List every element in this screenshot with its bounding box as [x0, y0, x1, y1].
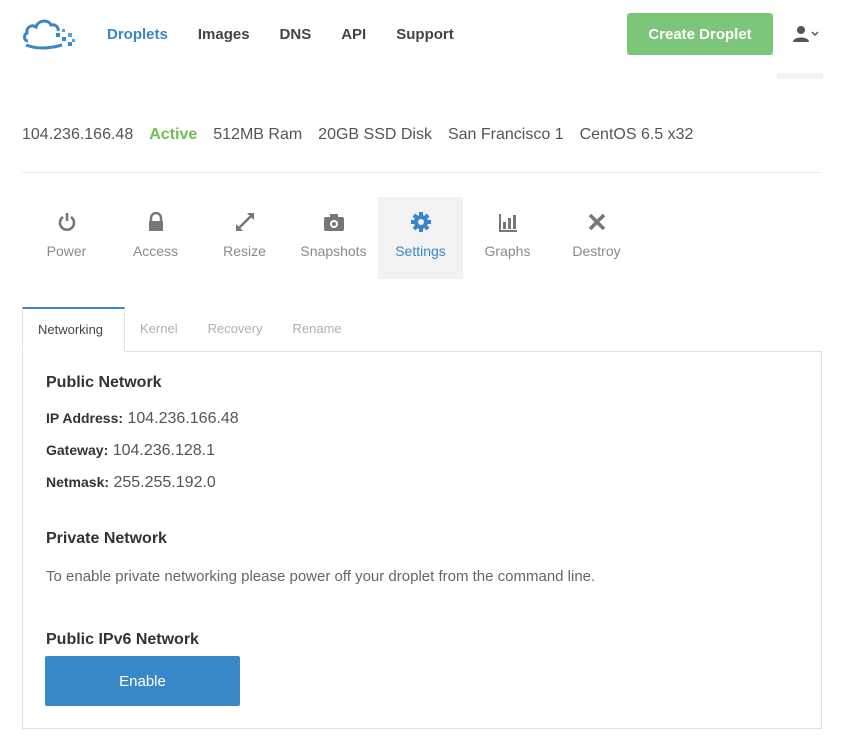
tab-recovery[interactable]: Recovery	[193, 307, 278, 352]
netmask-label: Netmask:	[46, 474, 110, 490]
droplet-os: CentOS 6.5 x32	[579, 126, 694, 143]
private-network-heading: Private Network	[46, 530, 167, 547]
action-label: Settings	[395, 243, 446, 259]
gateway-value: 104.236.128.1	[112, 442, 216, 459]
action-destroy[interactable]: Destroy	[552, 197, 641, 279]
networking-panel: Public Network IP Address: 104.236.166.4…	[22, 351, 822, 729]
user-icon	[793, 26, 809, 42]
action-graphs[interactable]: Graphs	[463, 197, 552, 279]
action-access[interactable]: Access	[111, 197, 200, 279]
droplet-disk: 20GB SSD Disk	[318, 126, 432, 143]
gateway-row: Gateway: 104.236.128.1	[46, 442, 215, 460]
ip-address-row: IP Address: 104.236.166.48	[46, 410, 239, 428]
droplet-info-bar: 104.236.166.48 Active 512MB Ram 20GB SSD…	[22, 124, 709, 146]
action-label: Destroy	[572, 243, 621, 259]
enable-ipv6-button[interactable]: Enable	[45, 656, 240, 706]
nav-dns[interactable]: DNS	[280, 25, 312, 45]
droplet-ram: 512MB Ram	[213, 126, 303, 143]
nav-api[interactable]: API	[341, 25, 366, 45]
settings-subtabs: Networking Kernel Recovery Rename	[22, 307, 357, 352]
droplet-ip: 104.236.166.48	[22, 126, 134, 143]
chevron-down-icon	[811, 31, 819, 37]
user-menu[interactable]	[792, 24, 824, 44]
power-icon	[56, 211, 78, 233]
status-badge: Active	[149, 126, 198, 143]
bar-chart-icon	[497, 211, 519, 233]
close-icon	[586, 211, 608, 233]
camera-icon	[323, 211, 345, 233]
gateway-label: Gateway:	[46, 442, 109, 458]
action-power[interactable]: Power	[22, 197, 111, 279]
action-label: Resize	[223, 243, 266, 259]
gear-icon	[410, 211, 432, 233]
ip-address-value: 104.236.166.48	[127, 410, 239, 427]
netmask-value: 255.255.192.0	[113, 474, 216, 491]
tab-rename[interactable]: Rename	[278, 307, 357, 352]
droplet-region: San Francisco 1	[447, 126, 564, 143]
tab-networking[interactable]: Networking	[22, 307, 125, 352]
action-label: Graphs	[484, 243, 531, 259]
action-label: Access	[132, 243, 179, 259]
lock-icon	[145, 211, 167, 233]
tab-kernel[interactable]: Kernel	[125, 307, 193, 352]
header-tab-stub	[777, 73, 823, 79]
top-header: Droplets Images DNS API Support Create D…	[0, 0, 845, 70]
nav-droplets[interactable]: Droplets	[107, 25, 168, 45]
divider	[22, 172, 822, 173]
private-network-notice: To enable private networking please powe…	[46, 568, 596, 585]
action-snapshots[interactable]: Snapshots	[289, 197, 378, 279]
public-network-heading: Public Network	[46, 374, 162, 391]
digitalocean-logo[interactable]	[22, 15, 78, 51]
action-label: Snapshots	[300, 243, 367, 259]
action-label: Power	[46, 243, 87, 259]
nav-images[interactable]: Images	[198, 25, 250, 45]
action-settings[interactable]: Settings	[378, 197, 463, 279]
droplet-actions: Power Access Resize Snapshots Settings G…	[22, 197, 641, 279]
ipv6-network-heading: Public IPv6 Network	[46, 631, 199, 648]
action-resize[interactable]: Resize	[200, 197, 289, 279]
create-droplet-button[interactable]: Create Droplet	[627, 13, 773, 55]
nav-support[interactable]: Support	[396, 25, 454, 45]
resize-icon	[234, 211, 256, 233]
main-nav: Droplets Images DNS API Support	[107, 25, 484, 45]
ip-address-label: IP Address:	[46, 410, 124, 426]
netmask-row: Netmask: 255.255.192.0	[46, 474, 216, 492]
